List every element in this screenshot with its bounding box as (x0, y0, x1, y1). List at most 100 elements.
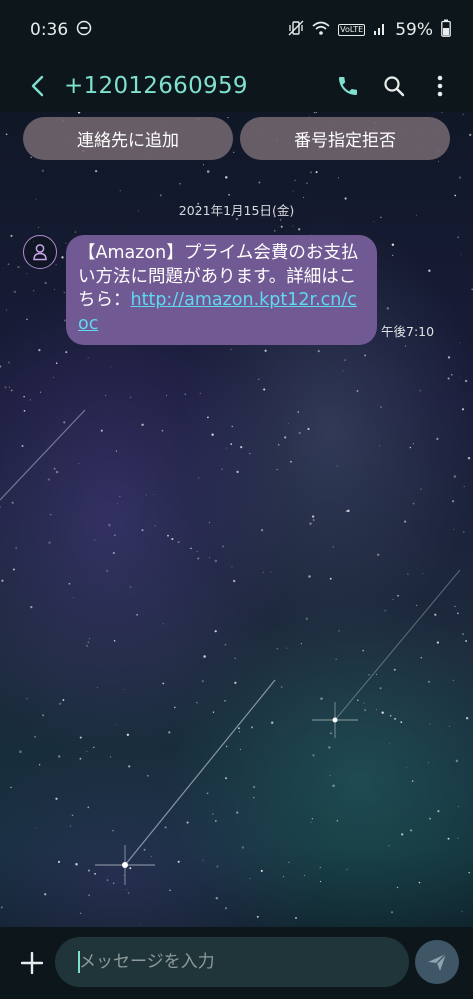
star (263, 388, 266, 391)
star (162, 623, 164, 625)
star (5, 133, 8, 136)
star (230, 443, 233, 445)
star (112, 551, 115, 555)
star (10, 234, 13, 237)
star (469, 133, 472, 137)
star (150, 855, 152, 857)
send-icon (428, 953, 447, 971)
battery-percent: 59% (395, 20, 433, 40)
star (87, 869, 90, 872)
star (403, 520, 407, 523)
star (311, 818, 313, 820)
star (384, 609, 387, 612)
star (105, 394, 107, 396)
search-button[interactable] (375, 66, 413, 106)
star (376, 709, 377, 710)
volte-icon: VoLTE (338, 24, 366, 36)
star (273, 229, 276, 232)
star (88, 638, 91, 640)
star (437, 810, 440, 813)
message-input[interactable] (55, 937, 409, 987)
star (214, 559, 218, 563)
star (457, 236, 460, 239)
star (346, 868, 348, 870)
star (96, 686, 99, 688)
star (461, 911, 463, 913)
star (436, 437, 439, 441)
star (206, 170, 210, 173)
star (303, 196, 305, 198)
star (344, 359, 346, 361)
star (276, 647, 279, 650)
star (184, 393, 186, 395)
star (256, 915, 259, 918)
star (419, 390, 421, 392)
star (410, 829, 413, 832)
star (214, 819, 217, 822)
star (10, 786, 12, 789)
contact-number[interactable]: +12012660959 (64, 73, 329, 99)
star (11, 501, 14, 504)
star (186, 821, 189, 824)
avatar[interactable] (23, 235, 57, 269)
bright-star (95, 845, 155, 885)
call-button[interactable] (329, 66, 367, 106)
star (41, 169, 45, 172)
star (141, 423, 144, 427)
star (55, 264, 57, 266)
star (292, 225, 294, 227)
star (238, 731, 241, 733)
star (74, 231, 77, 233)
star (373, 220, 375, 222)
star (86, 750, 88, 752)
back-button[interactable] (14, 62, 62, 110)
star (29, 399, 31, 401)
star (329, 577, 332, 580)
star (0, 506, 1, 508)
star (79, 736, 82, 739)
star (225, 176, 228, 179)
star (357, 699, 359, 701)
star (453, 528, 455, 530)
star (392, 599, 394, 601)
star (113, 640, 116, 642)
shooting-star (124, 679, 276, 866)
star (390, 911, 394, 914)
star (329, 775, 331, 776)
star (71, 814, 74, 817)
block-number-button[interactable]: 番号指定拒否 (240, 117, 450, 160)
star (47, 478, 50, 481)
star (17, 265, 20, 269)
star (342, 370, 344, 372)
star (59, 702, 62, 705)
star (153, 493, 155, 495)
star (452, 679, 454, 681)
star (307, 427, 310, 431)
star (53, 467, 56, 470)
star (290, 460, 292, 463)
star (379, 687, 382, 690)
star (0, 365, 2, 368)
add-contact-button[interactable]: 連絡先に追加 (23, 117, 233, 160)
send-button[interactable] (415, 940, 459, 984)
star (386, 307, 390, 310)
star (258, 181, 261, 184)
star (462, 113, 464, 115)
star (460, 254, 462, 256)
star (73, 597, 74, 598)
message-bubble[interactable]: 【Amazon】プライム会費のお支払い方法に問題があります。詳細はこちら：htt… (66, 235, 377, 345)
person-icon (33, 244, 47, 261)
more-options-button[interactable] (421, 66, 459, 106)
star (362, 649, 365, 652)
star (401, 833, 404, 836)
star (462, 633, 464, 635)
star (215, 897, 218, 900)
star (396, 886, 399, 889)
star (380, 406, 382, 408)
star (48, 541, 51, 545)
attach-button[interactable] (10, 941, 54, 985)
star (311, 515, 315, 518)
star (10, 389, 13, 392)
star (63, 291, 66, 294)
star (65, 351, 68, 354)
